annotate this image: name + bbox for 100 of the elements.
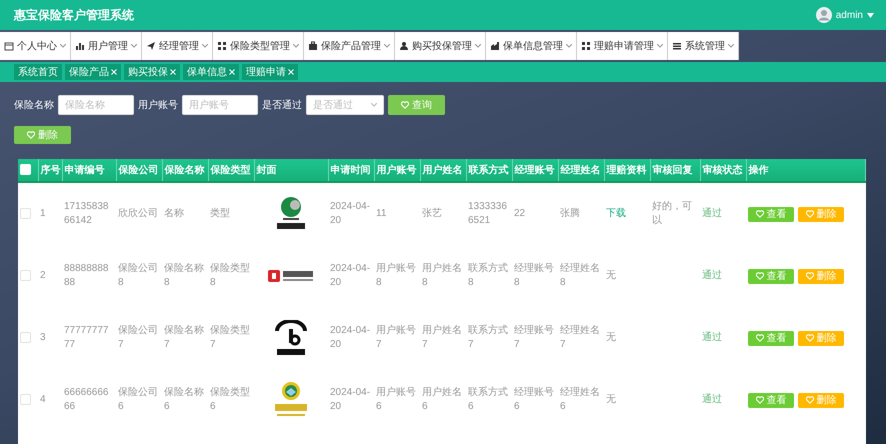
menu-item[interactable]: 经理管理	[142, 32, 213, 60]
field-label: 用户账号	[138, 98, 178, 112]
heart-icon	[806, 210, 814, 218]
heart-icon	[756, 396, 764, 404]
chevron-icon	[728, 44, 734, 48]
column-header: 申请时间	[330, 165, 370, 176]
search-button[interactable]: 查询	[388, 95, 445, 115]
table-cell: 2024-04-20	[330, 201, 370, 226]
chevron-icon	[60, 44, 66, 48]
checkbox[interactable]	[20, 208, 31, 219]
menu-item[interactable]: 系统管理	[668, 32, 739, 60]
menu-item[interactable]: 个人中心	[0, 32, 71, 60]
menu-item[interactable]: 保险类型管理	[213, 32, 304, 60]
bar-chart-icon	[75, 41, 85, 51]
text-field[interactable]: 用户账号	[182, 95, 258, 115]
view-button[interactable]: 查看	[748, 206, 794, 222]
chevron-icon	[657, 44, 663, 48]
table-cell: 8888888888	[64, 263, 108, 288]
column-header: 封面	[256, 165, 276, 176]
table-cell: 保险名称8	[164, 263, 204, 288]
view-button[interactable]: 查看	[748, 392, 794, 408]
close-icon	[229, 69, 235, 75]
table-cell: 用户账号6	[376, 387, 416, 412]
status-text: 通过	[702, 208, 722, 219]
menu-item[interactable]: 保险产品管理	[304, 32, 395, 60]
avatar-icon	[816, 7, 832, 23]
column-header: 用户账号	[376, 165, 416, 176]
table-cell: 经理姓名8	[560, 263, 600, 288]
paper-plane-icon	[146, 41, 156, 51]
column-header: 经理账号	[514, 165, 554, 176]
checkbox[interactable]	[20, 394, 31, 405]
view-button[interactable]: 查看	[748, 330, 794, 346]
table-cell: 保险类型8	[210, 263, 250, 288]
field-label: 保险名称	[14, 99, 54, 112]
status-text: 通过	[702, 270, 722, 281]
table-cell: 联系方式8	[468, 263, 508, 288]
column-header: 保险公司	[118, 165, 158, 176]
table-cell: 保险公司7	[118, 325, 158, 350]
menu-item[interactable]: 购买投保管理	[395, 32, 486, 60]
table-cell: 6666666666	[64, 387, 108, 412]
chevron-icon	[566, 44, 572, 48]
table-cell: 保险类型7	[210, 325, 250, 350]
table-cell: 名称	[164, 208, 184, 219]
factory-icon	[490, 41, 500, 51]
page-tab[interactable]: 保单信息	[183, 64, 239, 80]
select-field[interactable]: 是否通过	[306, 95, 384, 115]
checkbox[interactable]	[20, 270, 31, 281]
menu-item[interactable]: 保单信息管理	[486, 32, 577, 60]
menu-item[interactable]: 理赔申请管理	[577, 32, 668, 60]
table-cell: 保险名称7	[164, 325, 204, 350]
table-cell: 用户账号7	[376, 325, 416, 350]
table-cell: 7777777777	[64, 325, 108, 350]
page-tab[interactable]: 理赔申请	[242, 64, 298, 80]
table-cell: 1	[40, 208, 46, 219]
table-cell: 联系方式7	[468, 325, 508, 350]
column-header: 用户姓名	[422, 165, 462, 176]
table-cell: 用户姓名8	[422, 263, 462, 288]
table-cell: 4	[40, 394, 46, 405]
chevron-icon	[475, 44, 481, 48]
table-cell: 1713583866142	[64, 201, 108, 226]
table-cell: 保险名称6	[164, 387, 204, 412]
grid-icon	[581, 41, 591, 51]
page-tab[interactable]: 保险产品	[65, 64, 121, 80]
heart-icon	[806, 396, 814, 404]
table-cell: 经理账号7	[514, 325, 554, 350]
table-cell: 2024-04-20	[330, 263, 370, 288]
heart-icon	[756, 210, 764, 218]
user-menu[interactable]: admin	[816, 7, 874, 23]
app-title: 惠宝保险客户管理系统	[14, 6, 134, 24]
table-cell: 张腾	[560, 208, 580, 219]
column-header: 经理姓名	[560, 165, 600, 176]
table-cell: 无	[606, 394, 616, 405]
column-header: 理赔资料	[606, 165, 646, 176]
heart-icon	[756, 272, 764, 280]
view-button[interactable]: 查看	[748, 268, 794, 284]
checkbox[interactable]	[20, 332, 31, 343]
column-header: 保险名称	[164, 165, 204, 176]
menu-item[interactable]: 用户管理	[71, 32, 142, 60]
chevron-icon	[384, 44, 390, 48]
table-cell: 3	[40, 332, 46, 343]
grid-icon	[217, 41, 227, 51]
table-cell: 无	[606, 332, 616, 343]
chevron-icon	[371, 103, 377, 107]
status-text: 通过	[702, 332, 722, 343]
column-header: 联系方式	[468, 165, 508, 176]
table-cell: 类型	[210, 208, 230, 219]
column-header: 操作	[748, 165, 768, 176]
page-tab[interactable]: 系统首页	[14, 64, 62, 80]
heart-icon	[27, 131, 35, 139]
heart-icon	[806, 334, 814, 342]
table-cell: 用户姓名6	[422, 387, 462, 412]
table-cell: 2024-04-20	[330, 387, 370, 412]
table-cell: 用户姓名7	[422, 325, 462, 350]
text-field[interactable]: 保险名称	[58, 95, 134, 115]
page-tab[interactable]: 购买投保	[124, 64, 180, 80]
delete-button[interactable]: 删除	[14, 126, 71, 144]
download-link[interactable]: 下载	[606, 208, 626, 219]
chevron-icon	[293, 44, 299, 48]
heart-icon	[806, 272, 814, 280]
person-icon	[399, 41, 409, 51]
